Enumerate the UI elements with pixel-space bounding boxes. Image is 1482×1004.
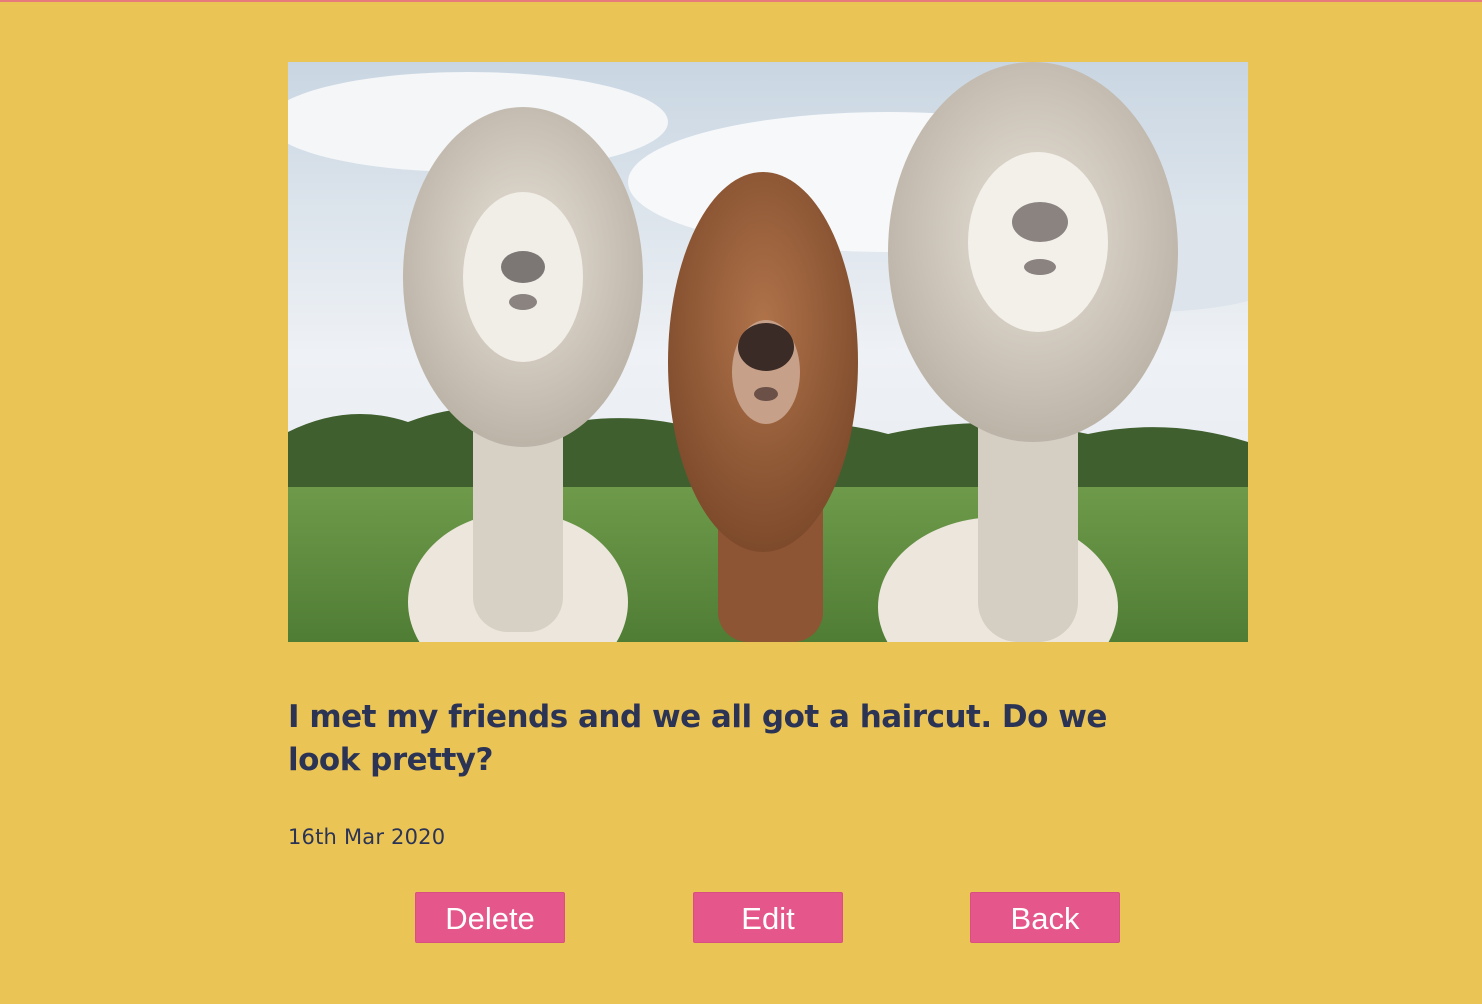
edit-button[interactable]: Edit [693, 892, 843, 943]
back-button[interactable]: Back [970, 892, 1120, 943]
left-alpaca [403, 107, 643, 642]
action-bar: Delete Edit Back [0, 892, 1482, 944]
delete-button[interactable]: Delete [415, 892, 565, 943]
post-card: I met my friends and we all got a haircu… [288, 62, 1248, 849]
post-caption: I met my friends and we all got a haircu… [288, 699, 1107, 778]
post-date: 16th Mar 2020 [288, 825, 446, 849]
post-image [288, 62, 1248, 642]
